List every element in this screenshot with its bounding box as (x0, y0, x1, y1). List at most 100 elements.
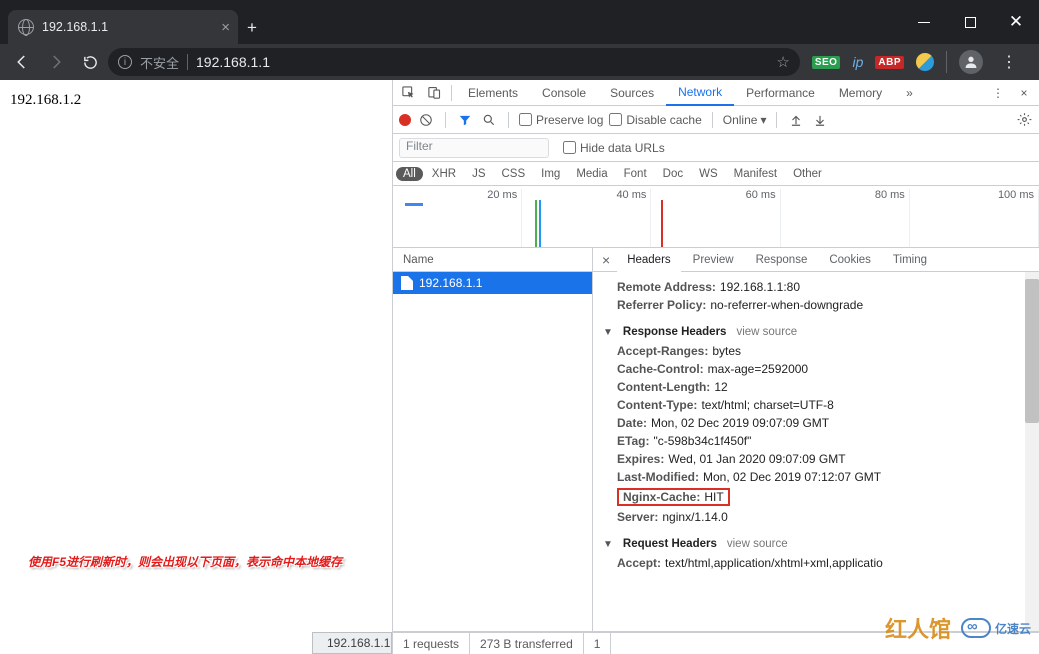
inspect-icon[interactable] (395, 85, 421, 100)
profile-avatar-icon[interactable] (959, 50, 983, 74)
waterfall-marker-red (661, 200, 663, 247)
clear-icon[interactable] (417, 111, 435, 129)
waterfall-marker-blue (539, 200, 541, 247)
browser-window: 192.168.1.1 × + ✕ i 不安全 192.168.1.1 ☆ (0, 0, 1039, 654)
dtab-preview[interactable]: Preview (683, 248, 744, 272)
nginx-cache-row: Nginx-Cache:HIT (603, 486, 1029, 508)
type-manifest[interactable]: Manifest (727, 167, 784, 181)
type-css[interactable]: CSS (494, 167, 532, 181)
omnibox-divider (187, 54, 188, 70)
tabs-overflow-icon[interactable]: » (894, 80, 925, 106)
page-content: 192.168.1.2 (0, 80, 392, 121)
devtools-menu-icon[interactable]: ⋮ (985, 86, 1011, 100)
close-button[interactable]: ✕ (993, 5, 1039, 39)
maximize-button[interactable] (947, 5, 993, 39)
globe-icon (18, 19, 34, 35)
filter-input[interactable]: Filter (399, 138, 549, 158)
ext-python-icon[interactable] (916, 53, 934, 71)
view-source-link[interactable]: view source (736, 326, 797, 338)
network-toolbar: Preserve log Disable cache Online▾ (393, 106, 1039, 134)
devtools-panel: Elements Console Sources Network Perform… (392, 80, 1039, 654)
titlebar: 192.168.1.1 × + ✕ (0, 0, 1039, 44)
tab-title: 192.168.1.1 (42, 20, 213, 34)
request-name: 192.168.1.1 (419, 276, 482, 290)
devtools-close-icon[interactable]: × (1011, 86, 1037, 100)
detail-tabs: × Headers Preview Response Cookies Timin… (593, 248, 1039, 272)
request-row[interactable]: 192.168.1.1 (393, 272, 592, 294)
headers-body[interactable]: Remote Address:192.168.1.1:80 Referrer P… (593, 272, 1039, 631)
filter-icon[interactable] (456, 111, 474, 129)
name-column-header[interactable]: Name (393, 248, 592, 272)
type-js[interactable]: JS (465, 167, 492, 181)
type-filter-row: All XHR JS CSS Img Media Font Doc WS Man… (393, 162, 1039, 186)
tab-close-icon[interactable]: × (221, 19, 230, 36)
disable-cache-checkbox[interactable]: Disable cache (609, 113, 701, 127)
dtab-response[interactable]: Response (746, 248, 818, 272)
type-doc[interactable]: Doc (656, 167, 690, 181)
throttle-select[interactable]: Online▾ (723, 113, 767, 127)
type-font[interactable]: Font (617, 167, 654, 181)
request-detail: × Headers Preview Response Cookies Timin… (593, 248, 1039, 631)
watermark-1: 红人馆 (885, 612, 951, 644)
tab-console[interactable]: Console (530, 80, 598, 106)
dtab-headers[interactable]: Headers (617, 248, 680, 272)
type-other[interactable]: Other (786, 167, 829, 181)
ext-seo-icon[interactable]: SEO (812, 56, 841, 69)
dtab-cookies[interactable]: Cookies (819, 248, 881, 272)
search-icon[interactable] (480, 111, 498, 129)
url-text: 192.168.1.1 (196, 54, 768, 70)
hide-data-urls-checkbox[interactable]: Hide data URLs (563, 141, 665, 155)
view-source-link-2[interactable]: view source (727, 538, 788, 550)
request-list: Name 192.168.1.1 (393, 248, 593, 631)
network-body: Name 192.168.1.1 × Headers Preview Respo… (393, 248, 1039, 632)
page-status-label: 192.168.1.1 (312, 632, 392, 654)
export-har-icon[interactable] (811, 111, 829, 129)
record-button[interactable] (399, 114, 411, 126)
ext-ip-icon[interactable]: ip (852, 54, 863, 70)
dtab-timing[interactable]: Timing (883, 248, 937, 272)
annotation-text: 使用F5进行刷新时，则会出现以下页面，表示命中本地缓存 (28, 549, 392, 572)
omnibox[interactable]: i 不安全 192.168.1.1 ☆ (108, 48, 800, 76)
type-ws[interactable]: WS (692, 167, 725, 181)
browser-tab[interactable]: 192.168.1.1 × (8, 10, 238, 44)
minimize-button[interactable] (901, 5, 947, 39)
insecure-label: 不安全 (140, 53, 179, 72)
status-resources: 1 (584, 633, 612, 654)
chrome-menu-icon[interactable]: ⋮ (995, 52, 1023, 72)
devtools-tabs: Elements Console Sources Network Perform… (393, 80, 1039, 106)
document-icon (401, 276, 413, 290)
tab-memory[interactable]: Memory (827, 80, 894, 106)
main-area: 192.168.1.2 使用F5进行刷新时，则会出现以下页面，表示命中本地缓存 … (0, 80, 1039, 654)
waterfall-bar (405, 203, 423, 206)
bookmark-star-icon[interactable]: ☆ (776, 53, 789, 71)
watermarks: 红人馆 亿速云 (885, 612, 1031, 644)
ext-abp-icon[interactable]: ABP (875, 56, 904, 69)
type-img[interactable]: Img (534, 167, 567, 181)
scrollbar[interactable] (1025, 272, 1039, 631)
type-xhr[interactable]: XHR (425, 167, 463, 181)
page-column: 192.168.1.2 使用F5进行刷新时，则会出现以下页面，表示命中本地缓存 … (0, 80, 392, 654)
import-har-icon[interactable] (787, 111, 805, 129)
tab-network[interactable]: Network (666, 80, 734, 106)
type-all[interactable]: All (396, 167, 423, 181)
forward-button[interactable] (40, 46, 72, 78)
filter-row: Filter Hide data URLs (393, 134, 1039, 162)
preserve-log-checkbox[interactable]: Preserve log (519, 113, 603, 127)
extensions-area: SEO ip ABP ⋮ (802, 50, 1033, 74)
device-toggle-icon[interactable] (421, 85, 447, 100)
waterfall-overview[interactable]: 20 ms 40 ms 60 ms 80 ms 100 ms (393, 186, 1039, 248)
network-settings-icon[interactable] (1015, 111, 1033, 129)
new-tab-button[interactable]: + (238, 12, 266, 44)
insecure-icon: i (118, 55, 132, 69)
window-controls: ✕ (901, 0, 1039, 44)
type-media[interactable]: Media (569, 167, 614, 181)
waterfall-marker-green (535, 200, 537, 247)
tab-elements[interactable]: Elements (456, 80, 530, 106)
detail-close-icon[interactable]: × (597, 252, 615, 268)
address-bar: i 不安全 192.168.1.1 ☆ SEO ip ABP ⋮ (0, 44, 1039, 80)
reload-button[interactable] (74, 46, 106, 78)
tab-performance[interactable]: Performance (734, 80, 827, 106)
status-transferred: 273 B transferred (470, 633, 584, 654)
tab-sources[interactable]: Sources (598, 80, 666, 106)
back-button[interactable] (6, 46, 38, 78)
